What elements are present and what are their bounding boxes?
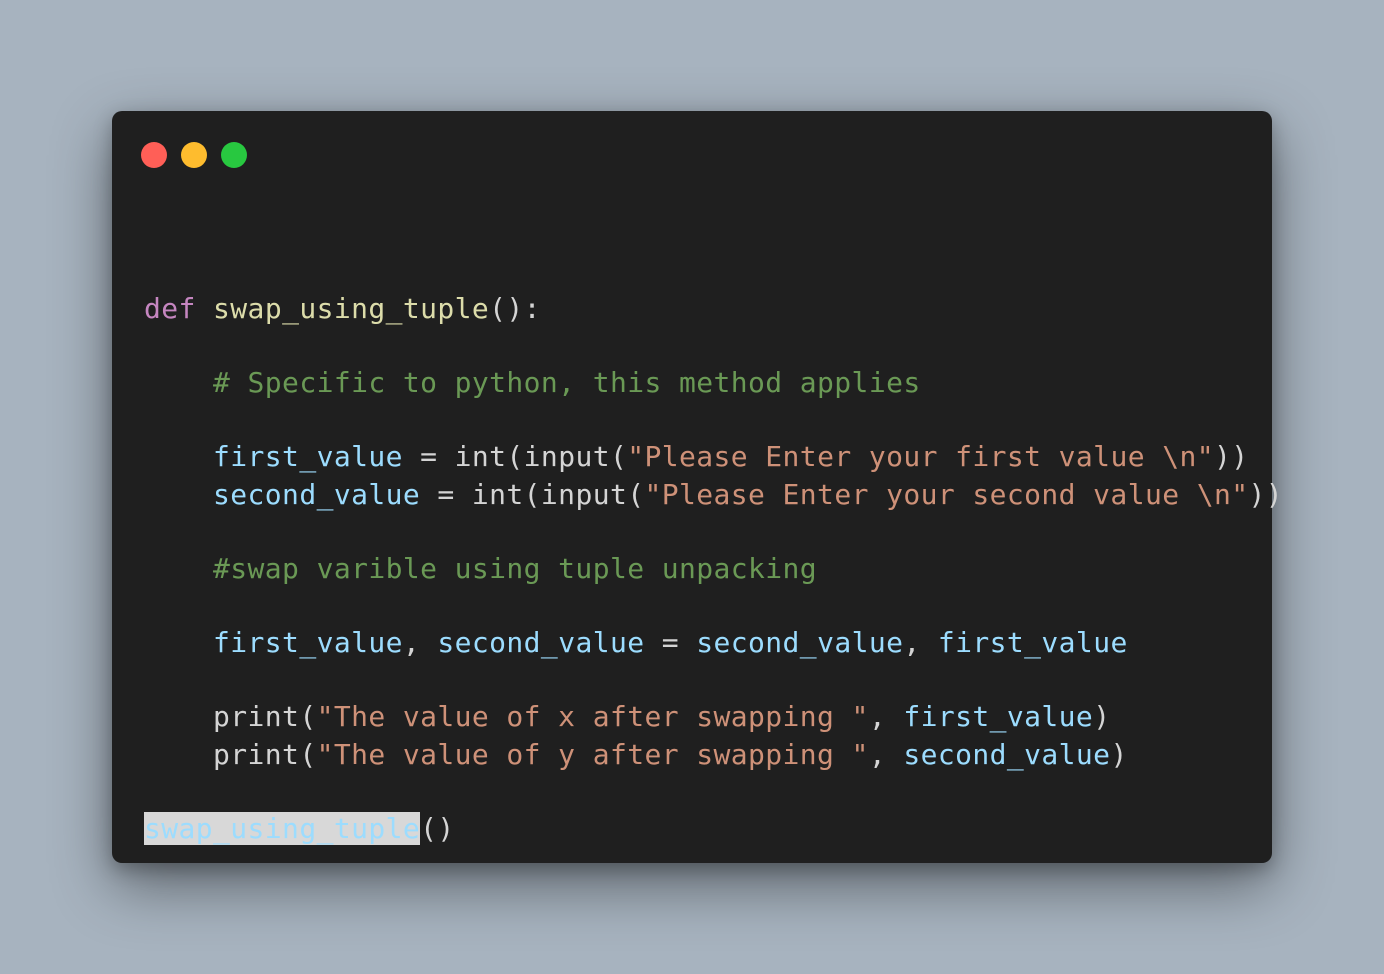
operator: = int(input( [420, 478, 645, 511]
punctuation: () [420, 812, 455, 845]
code-block[interactable]: def swap_using_tuple(): # Specific to py… [144, 111, 1283, 845]
punctuation: ) [1093, 700, 1111, 733]
punctuation: , [402, 626, 438, 659]
function-name: swap_using_tuple [213, 292, 490, 325]
string-literal: "The value of x after swapping " [316, 700, 869, 733]
builtin-print: print( [213, 700, 317, 733]
code-line-1: def swap_using_tuple(): [144, 290, 541, 328]
punctuation: (): [489, 292, 541, 325]
variable: second_value [437, 626, 645, 659]
punctuation: ) [1110, 738, 1128, 771]
code-line-4: second_value = int(input("Please Enter y… [144, 476, 1283, 514]
selected-text[interactable]: swap_using_tuple [144, 812, 421, 845]
code-line-8: print("The value of y after swapping ", … [144, 736, 1128, 774]
variable: first_value [213, 440, 403, 473]
punctuation: , [903, 626, 938, 659]
variable: second_value [903, 738, 1111, 771]
comment: # Specific to python, this method applie… [213, 366, 921, 399]
punctuation: )) [1248, 478, 1284, 511]
code-line-5: #swap varible using tuple unpacking [144, 550, 817, 588]
string-literal: "Please Enter your first value \n" [627, 440, 1214, 473]
punctuation: )) [1214, 440, 1249, 473]
operator: = [644, 626, 697, 659]
variable: first_value [213, 626, 403, 659]
operator: = int(input( [402, 440, 628, 473]
variable: second_value [213, 478, 421, 511]
punctuation: , [868, 700, 904, 733]
comment: #swap varible using tuple unpacking [213, 552, 818, 585]
keyword-def: def [144, 292, 196, 325]
variable: second_value [696, 626, 904, 659]
maximize-dot-icon[interactable] [221, 142, 247, 168]
variable: first_value [937, 626, 1128, 659]
punctuation: , [868, 738, 904, 771]
variable: first_value [903, 700, 1094, 733]
builtin-print: print( [213, 738, 317, 771]
code-line-9: swap_using_tuple() [144, 810, 455, 848]
code-line-2: # Specific to python, this method applie… [144, 364, 921, 402]
code-line-3: first_value = int(input("Please Enter yo… [144, 438, 1249, 476]
code-line-6: first_value, second_value = second_value… [144, 624, 1128, 662]
code-line-7: print("The value of x after swapping ", … [144, 698, 1110, 736]
code-window: def swap_using_tuple(): # Specific to py… [112, 111, 1283, 863]
string-literal: "The value of y after swapping " [316, 738, 869, 771]
string-literal: "Please Enter your second value \n" [644, 478, 1249, 511]
